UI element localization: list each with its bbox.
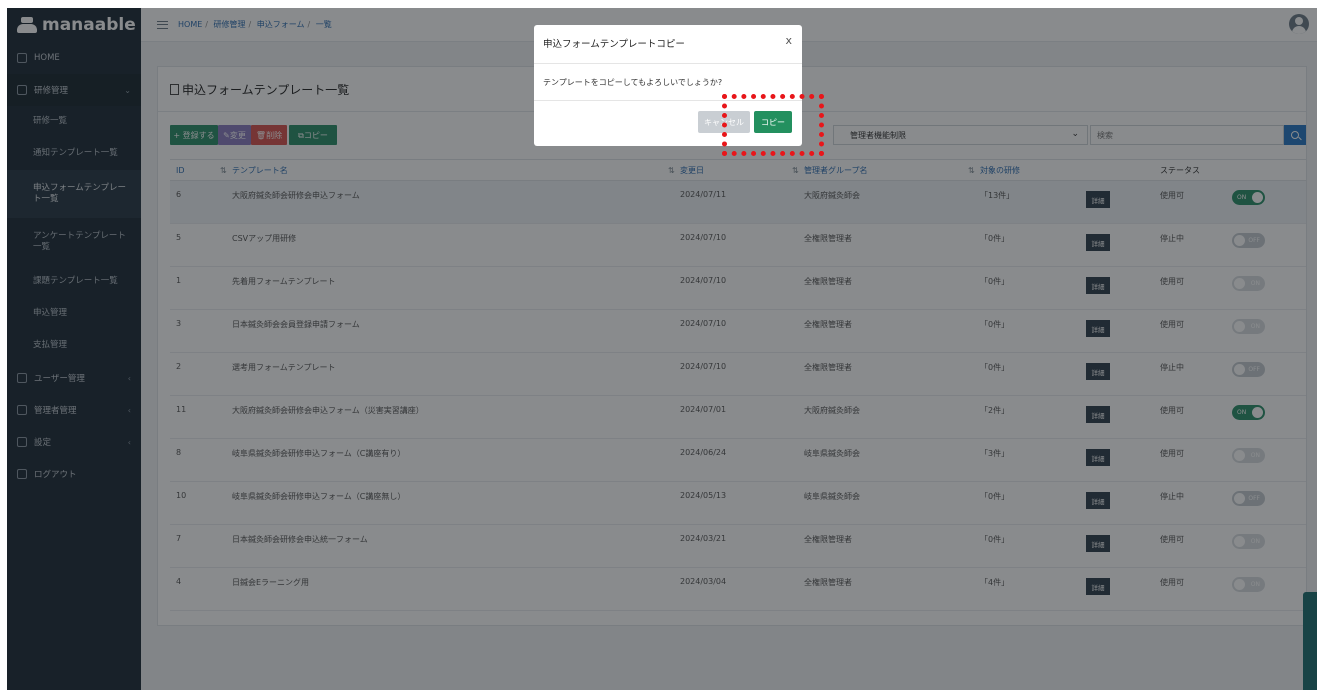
dialog-message: テンプレートをコピーしてもよろしいでしょうか? bbox=[543, 78, 723, 87]
close-icon[interactable]: x bbox=[785, 34, 792, 47]
highlight-annotation bbox=[722, 94, 824, 156]
dialog-title: 申込フォームテンプレートコピー bbox=[543, 39, 685, 50]
divider bbox=[534, 63, 802, 64]
